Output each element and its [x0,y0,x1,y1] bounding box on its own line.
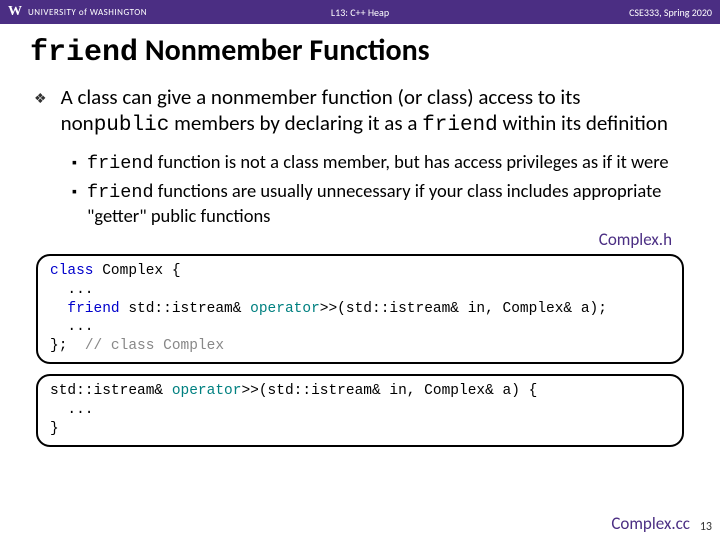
header-left: W UNIVERSITY of WASHINGTON [8,4,147,20]
slide-content: friend Nonmember Functions ❖ A class can… [0,24,720,447]
sub-bullet-1-text: friend function is not a class member, b… [87,150,669,175]
page-number: 13 [700,520,712,534]
main-bullet-text: A class can give a nonmember function (o… [61,84,690,140]
filename-label-1: Complex.h [30,229,690,250]
sub-bullet-2-text: friend functions are usually unnecessary… [87,179,690,227]
square-bullet-icon: ▪ [72,183,77,227]
square-bullet-icon: ▪ [72,154,77,175]
title-rest: Nonmember Functions [138,32,430,69]
slide-header: W UNIVERSITY of WASHINGTON L13: C++ Heap… [0,0,720,24]
main-bullet: ❖ A class can give a nonmember function … [30,84,690,140]
code-block-header: class Complex { ... friend std::istream&… [36,254,684,364]
uw-logo-icon: W [8,4,22,20]
code-block-source: std::istream& operator>>(std::istream& i… [36,374,684,447]
lecture-title: L13: C++ Heap [331,6,389,19]
diamond-bullet-icon: ❖ [34,90,47,140]
course-term: CSE333, Spring 2020 [629,6,712,19]
filename-label-2: Complex.cc [611,513,690,534]
slide-title: friend Nonmember Functions [30,32,690,70]
title-keyword: friend [30,36,138,70]
sub-bullet-2: ▪ friend functions are usually unnecessa… [30,179,690,227]
sub-bullet-1: ▪ friend function is not a class member,… [30,150,690,175]
university-name: UNIVERSITY of WASHINGTON [28,7,147,18]
